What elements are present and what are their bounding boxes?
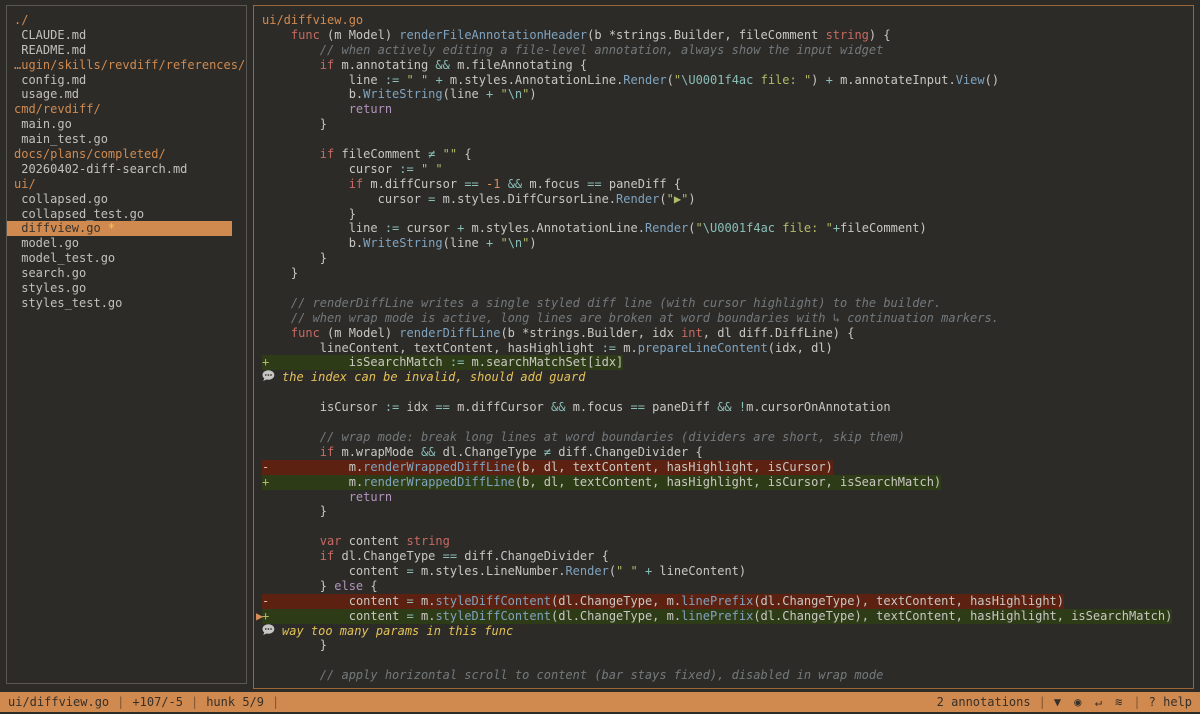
- sidebar-file-item[interactable]: usage.md: [7, 87, 246, 102]
- code-content: ui/diffview.go func (m Model) renderFile…: [262, 13, 1193, 683]
- diff-view-pane[interactable]: ui/diffview.go func (m Model) renderFile…: [253, 5, 1194, 689]
- sidebar-file-item[interactable]: main_test.go: [7, 132, 246, 147]
- code-line[interactable]: line := " " + m.styles.AnnotationLine.Re…: [262, 73, 1193, 88]
- status-mode-icons[interactable]: ▼ ◉ ↵ ≋: [1054, 695, 1126, 709]
- annotation-line[interactable]: the index can be invalid, should add gua…: [262, 370, 1193, 385]
- status-filename: ui/diffview.go: [8, 695, 109, 709]
- sidebar-file-item[interactable]: search.go: [7, 266, 246, 281]
- sidebar-dir-header[interactable]: …ugin/skills/revdiff/references/: [7, 58, 246, 73]
- status-separator: |: [272, 695, 279, 709]
- code-line[interactable]: ui/diffview.go: [262, 13, 1193, 28]
- code-line[interactable]: } else {: [262, 579, 1193, 594]
- app-window: ./ CLAUDE.md README.md…ugin/skills/revdi…: [0, 0, 1200, 714]
- sidebar-dir-header[interactable]: docs/plans/completed/: [7, 147, 246, 162]
- status-annotation-count: 2 annotations: [937, 695, 1031, 709]
- sidebar-dir-header[interactable]: cmd/revdiff/: [7, 102, 246, 117]
- code-line[interactable]: }: [262, 638, 1193, 653]
- code-line[interactable]: }: [262, 207, 1193, 222]
- code-line[interactable]: return: [262, 490, 1193, 505]
- sidebar-dir-header[interactable]: ./: [7, 13, 246, 28]
- status-separator: |: [1039, 695, 1046, 709]
- sidebar-file-item[interactable]: diffview.go *: [7, 221, 232, 236]
- code-line[interactable]: line := cursor + m.styles.AnnotationLine…: [262, 221, 1193, 236]
- status-hunk-position: hunk 5/9: [206, 695, 264, 709]
- diff-add-line[interactable]: + m.renderWrappedDiffLine(b, dl, textCon…: [262, 475, 1193, 490]
- code-line[interactable]: }: [262, 266, 1193, 281]
- code-line[interactable]: cursor := " ": [262, 162, 1193, 177]
- comment-bubble-icon: [262, 624, 276, 636]
- sidebar-file-item[interactable]: main.go: [7, 117, 246, 132]
- code-line[interactable]: if dl.ChangeType == diff.ChangeDivider {: [262, 549, 1193, 564]
- modified-star: *: [101, 221, 115, 235]
- status-bar: ui/diffview.go | +107/-5 | hunk 5/9 | 2 …: [0, 692, 1200, 712]
- code-line[interactable]: var content string: [262, 534, 1193, 549]
- code-line[interactable]: func (m Model) renderDiffLine(b *strings…: [262, 326, 1193, 341]
- sidebar-file-item[interactable]: README.md: [7, 43, 246, 58]
- code-line[interactable]: [262, 519, 1193, 534]
- code-line[interactable]: // apply horizontal scroll to content (b…: [262, 668, 1193, 683]
- help-button[interactable]: ? help: [1149, 695, 1192, 709]
- sidebar-file-item[interactable]: styles_test.go: [7, 296, 246, 311]
- code-line[interactable]: if fileComment ≠ "" {: [262, 147, 1193, 162]
- diff-add-line[interactable]: ▶+ content = m.styleDiffContent(dl.Chang…: [262, 609, 1193, 624]
- sidebar-file-item[interactable]: styles.go: [7, 281, 246, 296]
- code-line[interactable]: return: [262, 102, 1193, 117]
- code-line[interactable]: lineContent, textContent, hasHighlight :…: [262, 341, 1193, 356]
- code-line[interactable]: [262, 132, 1193, 147]
- diff-cursor-icon: ▶: [256, 609, 263, 624]
- annotation-line[interactable]: way too many params in this func: [262, 624, 1193, 639]
- code-line[interactable]: [262, 281, 1193, 296]
- comment-bubble-icon: [262, 370, 276, 382]
- sidebar-file-item[interactable]: config.md: [7, 73, 246, 88]
- code-line[interactable]: // renderDiffLine writes a single styled…: [262, 296, 1193, 311]
- code-line[interactable]: func (m Model) renderFileAnnotationHeade…: [262, 28, 1193, 43]
- code-line[interactable]: }: [262, 117, 1193, 132]
- diff-add-line[interactable]: + isSearchMatch := m.searchMatchSet[idx]: [262, 355, 1193, 370]
- diff-del-line[interactable]: - content = m.styleDiffContent(dl.Change…: [262, 594, 1193, 609]
- code-line[interactable]: }: [262, 504, 1193, 519]
- status-separator: |: [191, 695, 198, 709]
- code-line[interactable]: if m.annotating && m.fileAnnotating {: [262, 58, 1193, 73]
- status-right: 2 annotations | ▼ ◉ ↵ ≋ | ? help: [937, 695, 1192, 709]
- code-line[interactable]: cursor = m.styles.DiffCursorLine.Render(…: [262, 192, 1193, 207]
- code-line[interactable]: content = m.styles.LineNumber.Render(" "…: [262, 564, 1193, 579]
- status-separator: |: [1133, 695, 1140, 709]
- code-line[interactable]: [262, 415, 1193, 430]
- code-line[interactable]: // when actively editing a file-level an…: [262, 43, 1193, 58]
- sidebar-file-item[interactable]: model_test.go: [7, 251, 246, 266]
- status-diff-stats: +107/-5: [132, 695, 183, 709]
- status-left: ui/diffview.go | +107/-5 | hunk 5/9 |: [8, 695, 279, 709]
- sidebar-file-item[interactable]: collapsed_test.go: [7, 207, 246, 222]
- sidebar-file-item[interactable]: collapsed.go: [7, 192, 246, 207]
- code-line[interactable]: }: [262, 251, 1193, 266]
- status-separator: |: [117, 695, 124, 709]
- file-tree-pane: ./ CLAUDE.md README.md…ugin/skills/revdi…: [6, 5, 247, 684]
- file-list: ./ CLAUDE.md README.md…ugin/skills/revdi…: [7, 13, 246, 311]
- annotation-text: way too many params in this func: [282, 624, 513, 638]
- code-line[interactable]: [262, 385, 1193, 400]
- sidebar-file-item[interactable]: 20260402-diff-search.md: [7, 162, 246, 177]
- code-line[interactable]: b.WriteString(line + "\n"): [262, 87, 1193, 102]
- code-line[interactable]: // when wrap mode is active, long lines …: [262, 311, 1193, 326]
- diff-del-line[interactable]: - m.renderWrappedDiffLine(b, dl, textCon…: [262, 460, 1193, 475]
- code-line[interactable]: [262, 653, 1193, 668]
- sidebar-dir-header[interactable]: ui/: [7, 177, 246, 192]
- sidebar-file-item[interactable]: model.go: [7, 236, 246, 251]
- code-line[interactable]: if m.wrapMode && dl.ChangeType ≠ diff.Ch…: [262, 445, 1193, 460]
- code-line[interactable]: // wrap mode: break long lines at word b…: [262, 430, 1193, 445]
- code-line[interactable]: b.WriteString(line + "\n"): [262, 236, 1193, 251]
- annotation-text: the index can be invalid, should add gua…: [282, 370, 585, 384]
- sidebar-file-item[interactable]: CLAUDE.md: [7, 28, 246, 43]
- code-line[interactable]: isCursor := idx == m.diffCursor && m.foc…: [262, 400, 1193, 415]
- code-line[interactable]: if m.diffCursor == -1 && m.focus == pane…: [262, 177, 1193, 192]
